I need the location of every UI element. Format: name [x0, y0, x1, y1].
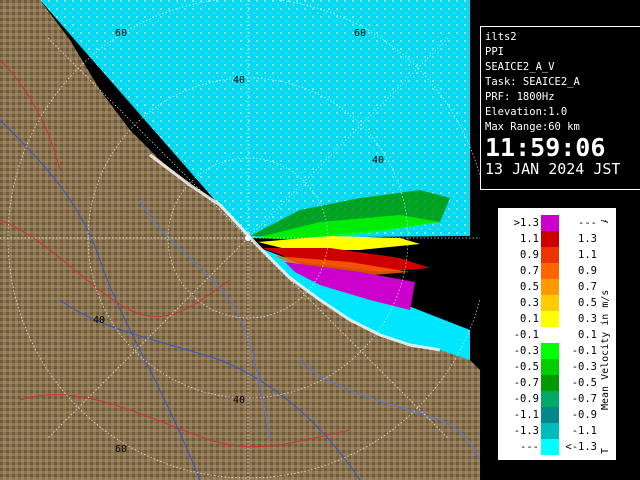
- scan-time: 11:59:06: [485, 133, 606, 162]
- volume-name: SEAICE2_A_V: [485, 61, 555, 73]
- legend-lower-bound: 0.3: [520, 297, 539, 309]
- legend-swatch: [541, 327, 559, 343]
- legend-swatch: [541, 391, 559, 407]
- legend-lower-bound: -0.9: [513, 393, 539, 405]
- legend-upper-bound: -0.3: [571, 361, 597, 373]
- legend-swatch: [541, 279, 559, 295]
- legend-upper-bound: 0.7: [578, 281, 597, 293]
- legend-swatch: [541, 263, 559, 279]
- legend-upper-bound: -0.9: [571, 409, 597, 421]
- elevation-value: Elevation:1.0: [485, 106, 568, 118]
- legend-bottom-marker: T: [600, 448, 611, 454]
- scan-date: 13 JAN 2024 JST: [485, 160, 621, 178]
- legend-top-marker: A: [600, 220, 611, 223]
- legend-lower-bound: -0.5: [513, 361, 539, 373]
- legend-swatch: [541, 359, 559, 375]
- legend-lower-bound: -0.7: [513, 377, 539, 389]
- legend-swatch: [541, 407, 559, 423]
- legend-swatch: [541, 423, 559, 439]
- legend-upper-bound: -1.1: [571, 425, 597, 437]
- legend-upper-bound: 0.3: [578, 313, 597, 325]
- legend-swatch: [541, 439, 559, 455]
- legend-lower-bound: 0.7: [520, 265, 539, 277]
- scan-info-panel: ilts2 PPI SEAICE2_A_V Task: SEAICE2_A PR…: [480, 26, 640, 190]
- legend-lower-bound: >1.3: [513, 217, 539, 229]
- legend-title: A Mean Velocity in m/s T: [600, 220, 611, 454]
- ring-label: 40: [233, 75, 245, 86]
- legend-upper-bound: -0.1: [571, 345, 597, 357]
- radar-site-marker: [245, 235, 251, 241]
- legend-upper-bound: 0.9: [578, 265, 597, 277]
- legend-lower-bound: -1.1: [513, 409, 539, 421]
- legend-upper-bound: ---: [578, 217, 597, 229]
- ring-label: 40: [372, 155, 384, 166]
- legend-upper-bound: 0.1: [578, 329, 597, 341]
- legend-upper-bound: 1.3: [578, 233, 597, 245]
- legend-upper-bound: 0.5: [578, 297, 597, 309]
- prf-value: PRF: 1800Hz: [485, 91, 555, 103]
- legend-swatch: [541, 375, 559, 391]
- legend-swatch: [541, 247, 559, 263]
- station-name: ilts2: [485, 31, 517, 43]
- legend-lower-bound: -0.1: [513, 329, 539, 341]
- legend-lower-bound: -0.3: [513, 345, 539, 357]
- legend-upper-bound: -0.5: [571, 377, 597, 389]
- ring-label: 40: [233, 395, 245, 406]
- legend-swatch: [541, 295, 559, 311]
- legend-swatch: [541, 215, 559, 231]
- ring-label: 60: [354, 28, 366, 39]
- legend-swatch: [541, 231, 559, 247]
- legend-title-text: Mean Velocity in m/s: [600, 290, 611, 410]
- ring-label: 40: [93, 315, 105, 326]
- legend-lower-bound: 0.5: [520, 281, 539, 293]
- ring-label: 60: [115, 28, 127, 39]
- legend-lower-bound: 0.9: [520, 249, 539, 261]
- ring-label: 60: [115, 444, 127, 455]
- product-type: PPI: [485, 46, 504, 58]
- legend-swatch: [541, 311, 559, 327]
- legend-upper-bound: <-1.3: [565, 441, 597, 453]
- legend-lower-bound: ---: [520, 441, 539, 453]
- legend-upper-bound: 1.1: [578, 249, 597, 261]
- legend-lower-bound: 0.1: [520, 313, 539, 325]
- task-name: Task: SEAICE2_A: [485, 76, 580, 88]
- legend-upper-bound: -0.7: [571, 393, 597, 405]
- legend-lower-bound: 1.1: [520, 233, 539, 245]
- radar-ppi-map: 40 40 40 40 60 60 60: [0, 0, 480, 480]
- legend-swatch: [541, 343, 559, 359]
- legend-lower-bound: -1.3: [513, 425, 539, 437]
